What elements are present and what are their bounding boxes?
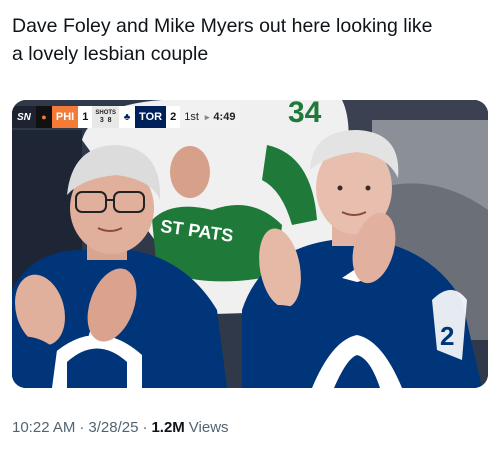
home-shots: 8 [107,117,112,124]
shots-values: 3 8 [100,117,112,124]
shots-label: SHOTS [95,110,117,116]
away-team: PHI [51,106,79,128]
toronto-text: TORONTO [70,375,125,387]
views-count[interactable]: 1.2M [151,419,184,436]
views-label: Views [188,419,229,436]
flyers-logo-icon: ● [35,106,52,128]
post-text-line-1: Dave Foley and Mike Myers out here looki… [12,15,433,37]
post-media-photo[interactable]: ST PATS 34 TORONTO 2 SN ● PHI 1 SHOTS 3 … [12,100,488,388]
away-score: 1 [78,106,93,128]
post-meta: 10:22 AM · 3/28/25 · 1.2M Views [12,419,229,436]
scoreboard-overlay: SN ● PHI 1 SHOTS 3 8 ♣ TOR 2 1st ▸ 4:49 [12,106,241,128]
arena-photo: ST PATS 34 TORONTO 2 [12,100,488,388]
period: 1st [180,106,203,128]
away-shots: 3 [99,117,104,124]
home-score: 2 [166,106,181,128]
home-team: TOR [135,106,167,128]
post-text: Dave Foley and Mike Myers out here looki… [12,12,488,68]
post-text-line-2: a lovely lesbian couple [12,43,209,65]
post-date[interactable]: 3/28/25 [88,419,138,436]
jersey-number-back: 34 [288,100,322,129]
post-time[interactable]: 10:22 AM [12,419,75,436]
meta-separator: · [142,419,148,436]
maple-leafs-logo-icon: ♣ [119,106,136,128]
game-clock: 4:49 [211,106,241,128]
meta-separator: · [79,419,85,436]
jersey-number-right: 2 [440,321,454,351]
shots-box: SHOTS 3 8 [92,106,120,128]
network-logo: SN [12,106,36,128]
play-arrow-icon: ▸ [202,106,212,128]
